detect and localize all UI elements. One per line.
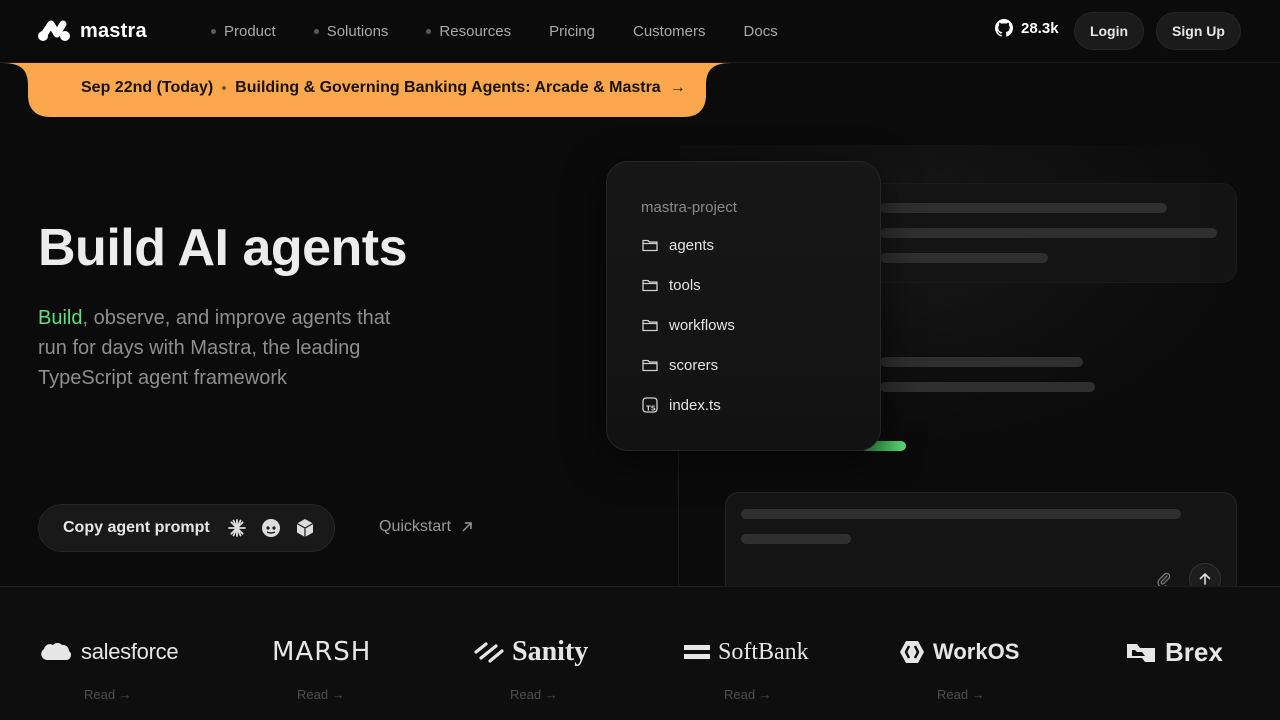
file-item-index-ts[interactable]: TS index.ts [641,396,721,414]
github-star-count: 28.3k [1021,19,1059,37]
nav-link-customers[interactable]: Customers [633,21,706,41]
folder-icon [642,279,658,292]
separator-dot-icon [222,86,227,90]
read-link[interactable]: Read → [297,687,345,702]
nav-link-docs[interactable]: Docs [744,21,778,41]
brand-name: SoftBank [718,638,809,665]
project-explorer-card: mastra-project agents tools workflows sc… [606,161,881,451]
folder-item-workflows[interactable]: workflows [641,316,735,334]
nav-link-product[interactable]: Product [211,21,276,41]
folder-item-tools[interactable]: tools [641,276,701,294]
customer-logos: salesforce Read → MARSH Read → Sanity Re… [0,586,1280,720]
cursor-icon [294,517,316,539]
nav-link-label: Solutions [326,22,389,40]
brand-name: mastra [80,19,147,42]
nav-link-resources[interactable]: Resources [426,21,511,41]
file-label: index.ts [669,396,721,414]
folder-icon [642,319,658,332]
softbank-logo[interactable]: SoftBank [684,635,809,669]
folder-label: agents [669,236,715,254]
sanity-logo[interactable]: Sanity [474,635,588,669]
read-link[interactable]: Read → [937,687,985,702]
dropdown-dot-icon [426,28,432,34]
hero-title: Build AI agents [38,219,408,277]
nav-links: Product Solutions Resources Pricing Cust… [211,21,816,41]
hero-subtitle: Build, observe, and improve agents that … [38,303,418,393]
salesforce-logo[interactable]: salesforce [39,635,179,669]
banner-date: Sep 22nd (Today) [81,79,214,96]
typescript-file-icon: TS [642,397,658,413]
brex-logo[interactable]: Brex [1125,635,1223,669]
nav-link-label: Resources [439,22,512,40]
quickstart-link[interactable]: Quickstart [379,518,473,536]
folder-icon [642,239,658,252]
quickstart-label: Quickstart [379,518,452,535]
placeholder-line [741,509,1181,519]
arrow-up-icon [1199,573,1211,585]
nav-link-label: Customers [632,22,706,40]
folder-label: scorers [669,356,719,374]
event-banner[interactable]: Sep 22nd (Today) Building & Governing Ba… [2,63,731,117]
agent-tool-icons [226,517,316,539]
workos-mark-icon [900,641,924,663]
brand-name: MARSH [272,637,372,667]
top-nav: mastra Product Solutions Resources Prici… [0,0,1280,63]
github-icon [995,19,1013,37]
mastra-logo-icon [38,20,70,41]
folder-label: tools [669,276,701,294]
copilot-icon [260,517,282,539]
brand-name: WorkOS [933,639,1020,664]
placeholder-line [880,253,1048,263]
svg-text:TS: TS [646,405,656,413]
nav-link-label: Docs [743,22,778,40]
subtitle-text: , observe, and improve agents that run f… [38,307,391,389]
github-stars-link[interactable]: 28.3k [995,19,1059,37]
placeholder-line [741,534,851,544]
brand-name: Brex [1165,636,1223,667]
project-title: mastra-project [641,199,737,216]
workos-logo[interactable]: WorkOS [899,635,1019,669]
nav-link-label: Pricing [549,22,595,40]
folder-label: workflows [669,316,735,334]
nav-link-pricing[interactable]: Pricing [549,21,595,41]
signup-button[interactable]: Sign Up [1156,12,1241,50]
arrow-up-right-icon [462,522,472,532]
dropdown-dot-icon [313,28,319,34]
marsh-logo[interactable]: MARSH [272,635,371,669]
folder-icon [642,359,658,372]
brex-mark-icon [1127,644,1155,662]
placeholder-line [880,228,1217,238]
arrow-right-icon: → [669,79,686,96]
placeholder-line [880,382,1095,392]
placeholder-line [880,203,1167,213]
nav-link-solutions[interactable]: Solutions [313,21,389,41]
placeholder-line [880,357,1083,367]
login-button[interactable]: Login [1074,12,1144,50]
vertical-divider [678,440,679,586]
subtitle-highlight: Build [38,307,83,329]
softbank-bars-icon [684,645,710,659]
banner-title: Building & Governing Banking Agents: Arc… [235,79,661,96]
dropdown-dot-icon [211,28,216,34]
brand-name: salesforce [81,639,179,664]
copy-agent-prompt-button[interactable]: Copy agent prompt [38,504,335,552]
salesforce-cloud-icon [41,642,71,661]
copy-prompt-label: Copy agent prompt [63,519,210,536]
banner-link[interactable]: Sep 22nd (Today) Building & Governing Ba… [81,79,686,97]
folder-item-scorers[interactable]: scorers [641,356,718,374]
brand-name: Sanity [512,636,589,667]
paperclip-icon[interactable] [1156,571,1172,587]
folder-item-agents[interactable]: agents [641,236,714,254]
read-link[interactable]: Read → [724,687,772,702]
read-link[interactable]: Read → [84,687,132,702]
sanity-mark-icon [474,642,504,663]
read-link[interactable]: Read → [510,687,558,702]
claude-icon [226,517,248,539]
mastra-logo[interactable]: mastra [38,19,147,43]
nav-link-label: Product [224,22,276,40]
